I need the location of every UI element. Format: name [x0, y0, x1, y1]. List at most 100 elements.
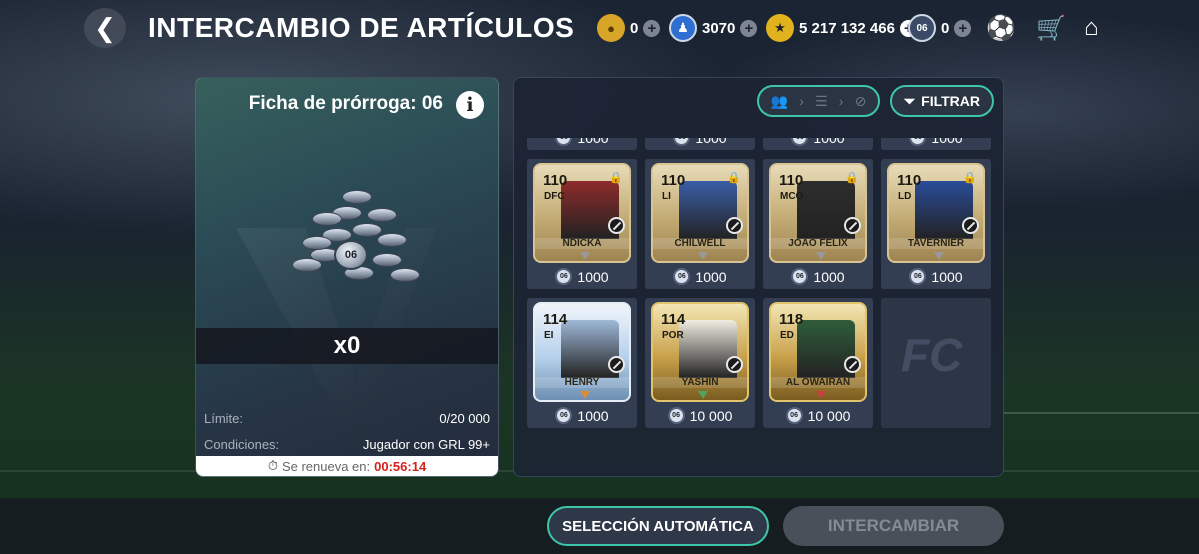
- limit-row: Límite: 0/20 000: [204, 411, 490, 426]
- player-name: AL OWAIRAN: [771, 377, 865, 388]
- token-icon: 06: [909, 138, 927, 146]
- currency-gold-coins[interactable]: ● 0 +: [597, 12, 661, 44]
- rarity-gem-icon: [698, 391, 708, 399]
- untradeable-icon: [844, 356, 861, 373]
- rarity-gem-icon: [580, 252, 590, 260]
- currency-value: 5 217 132 466: [799, 19, 895, 37]
- renew-label: Se renueva en:: [281, 458, 371, 474]
- currency-value: 0: [941, 19, 950, 37]
- price: 061000: [527, 268, 637, 285]
- price: 06 1000: [763, 138, 873, 146]
- player-name: YASHIN: [653, 377, 747, 388]
- plus-icon[interactable]: +: [954, 19, 972, 37]
- token-icon: 06: [555, 407, 573, 424]
- token-06-icon: 06: [908, 14, 936, 42]
- player-card-slot[interactable]: 110 DFC 🔒 NDICKA 06 1000: [527, 159, 637, 289]
- player-position: ED: [780, 330, 794, 341]
- player-rating: 114: [543, 311, 568, 328]
- player-rating: 110: [661, 172, 686, 189]
- player-rating: 110: [543, 172, 568, 189]
- players-icon: 👥: [770, 92, 789, 109]
- currency-value: 0: [630, 19, 639, 37]
- untradeable-icon: [608, 356, 625, 373]
- currency-tokens[interactable]: 06 0 +: [908, 12, 972, 44]
- token-icon: 06: [667, 407, 685, 424]
- rarity-gem-icon: [934, 252, 944, 260]
- price-value: 1000: [577, 268, 609, 285]
- back-button[interactable]: ❮: [84, 8, 126, 48]
- filter-button[interactable]: ⏷ FILTRAR: [890, 85, 994, 117]
- price-value: 1000: [577, 407, 609, 424]
- price-value: 1000: [577, 138, 608, 146]
- info-icon[interactable]: i: [456, 91, 484, 119]
- price: 061000: [881, 138, 991, 146]
- token-icon: 06: [673, 268, 691, 285]
- price-value: 10 000: [689, 407, 733, 424]
- player-name: TAVERNIER: [889, 238, 983, 249]
- renew-timer: 00:56:14: [374, 458, 427, 474]
- price-value: 1000: [695, 268, 727, 285]
- trade-button[interactable]: INTERCAMBIAR: [783, 506, 1004, 546]
- price: 06 10 000: [645, 407, 755, 424]
- auto-select-button[interactable]: SELECCIÓN AUTOMÁTICA: [547, 506, 769, 546]
- sort-filter-pill[interactable]: 👥 › ☰ › ⊘: [757, 85, 880, 117]
- player-card-slot[interactable]: 110 LD 🔒 TAVERNIER 06 1000: [881, 159, 991, 289]
- plus-icon[interactable]: +: [740, 19, 758, 37]
- currency-fc-points[interactable]: ★ 5 217 132 466 +: [766, 12, 917, 44]
- token-icon: 06: [791, 138, 809, 146]
- player-rating: 114: [661, 311, 686, 328]
- limit-value: 0/20 000: [439, 411, 490, 426]
- price: 061000: [881, 268, 991, 285]
- price-value: 1000: [813, 268, 845, 285]
- token-icon: 06: [555, 138, 573, 146]
- untradeable-icon: [726, 217, 743, 234]
- conditions-value: Jugador con GRL 99+: [362, 437, 490, 452]
- chevron-right-icon: ›: [799, 93, 804, 109]
- chevron-right-icon: ›: [838, 93, 844, 109]
- item-grid: DANJUMA061000DANJUMA061000ROJO061000DANT…: [527, 138, 993, 468]
- token-icon: 06: [673, 138, 691, 146]
- untradeable-icon: [962, 217, 979, 234]
- lock-icon: 🔒: [963, 172, 977, 184]
- token-coin-pile: 06: [282, 178, 422, 298]
- cart-icon[interactable]: 🛒: [1036, 14, 1066, 43]
- player-card-slot[interactable]: DANJUMA061000: [527, 138, 637, 150]
- player-card-slot[interactable]: 114 POR YASHIN 06 10 000: [645, 298, 755, 428]
- price-value: 1000: [695, 138, 726, 146]
- player-card-slot[interactable]: ROJO061000: [763, 138, 873, 150]
- player-position: LI: [662, 191, 671, 202]
- player-rating: 118: [779, 311, 804, 328]
- home-icon[interactable]: ⌂: [1084, 14, 1099, 42]
- player-card-slot[interactable]: DANTE061000: [881, 138, 991, 150]
- player-card: 114 POR YASHIN: [651, 302, 749, 402]
- player-rating: 110: [779, 172, 804, 189]
- token-icon: 06: [785, 407, 803, 424]
- price-value: 1000: [813, 138, 844, 146]
- player-name: HENRY: [535, 377, 629, 388]
- player-card-slot[interactable]: DANJUMA061000: [645, 138, 755, 150]
- empty-slot: FC: [881, 298, 991, 428]
- player-card: 118 ED AL OWAIRAN: [769, 302, 867, 402]
- player-card-slot[interactable]: 110 LI 🔒 CHILWELL 06 1000: [645, 159, 755, 289]
- player-card-slot[interactable]: 118 ED AL OWAIRAN 06 10 000: [763, 298, 873, 428]
- currency-players[interactable]: ♟ 3070 +: [669, 12, 758, 44]
- gold-coin-icon: ●: [597, 14, 625, 42]
- currency-value: 3070: [702, 19, 736, 37]
- untradeable-icon: [726, 356, 743, 373]
- fc-points-icon: ★: [766, 14, 794, 42]
- rarity-gem-icon: [816, 391, 826, 399]
- token-icon: 06: [555, 268, 573, 285]
- player-card-slot[interactable]: 114 EI HENRY 06 1000: [527, 298, 637, 428]
- player-card: 110 DFC 🔒 NDICKA: [533, 163, 631, 263]
- price: 061000: [645, 268, 755, 285]
- lock-icon: 🔒: [727, 172, 741, 184]
- player-position: MCO: [780, 191, 804, 202]
- player-position: EI: [544, 330, 554, 341]
- plus-icon[interactable]: +: [643, 19, 661, 37]
- player-card-slot[interactable]: 110 MCO 🔒 JOÃO FÉLIX 06 1000: [763, 159, 873, 289]
- ball-icon[interactable]: ⚽: [986, 14, 1016, 43]
- rarity-gem-icon: [816, 252, 826, 260]
- conditions-row: Condiciones: Jugador con GRL 99+: [204, 437, 490, 452]
- player-card: 114 EI HENRY: [533, 302, 631, 402]
- player-position: POR: [662, 330, 684, 341]
